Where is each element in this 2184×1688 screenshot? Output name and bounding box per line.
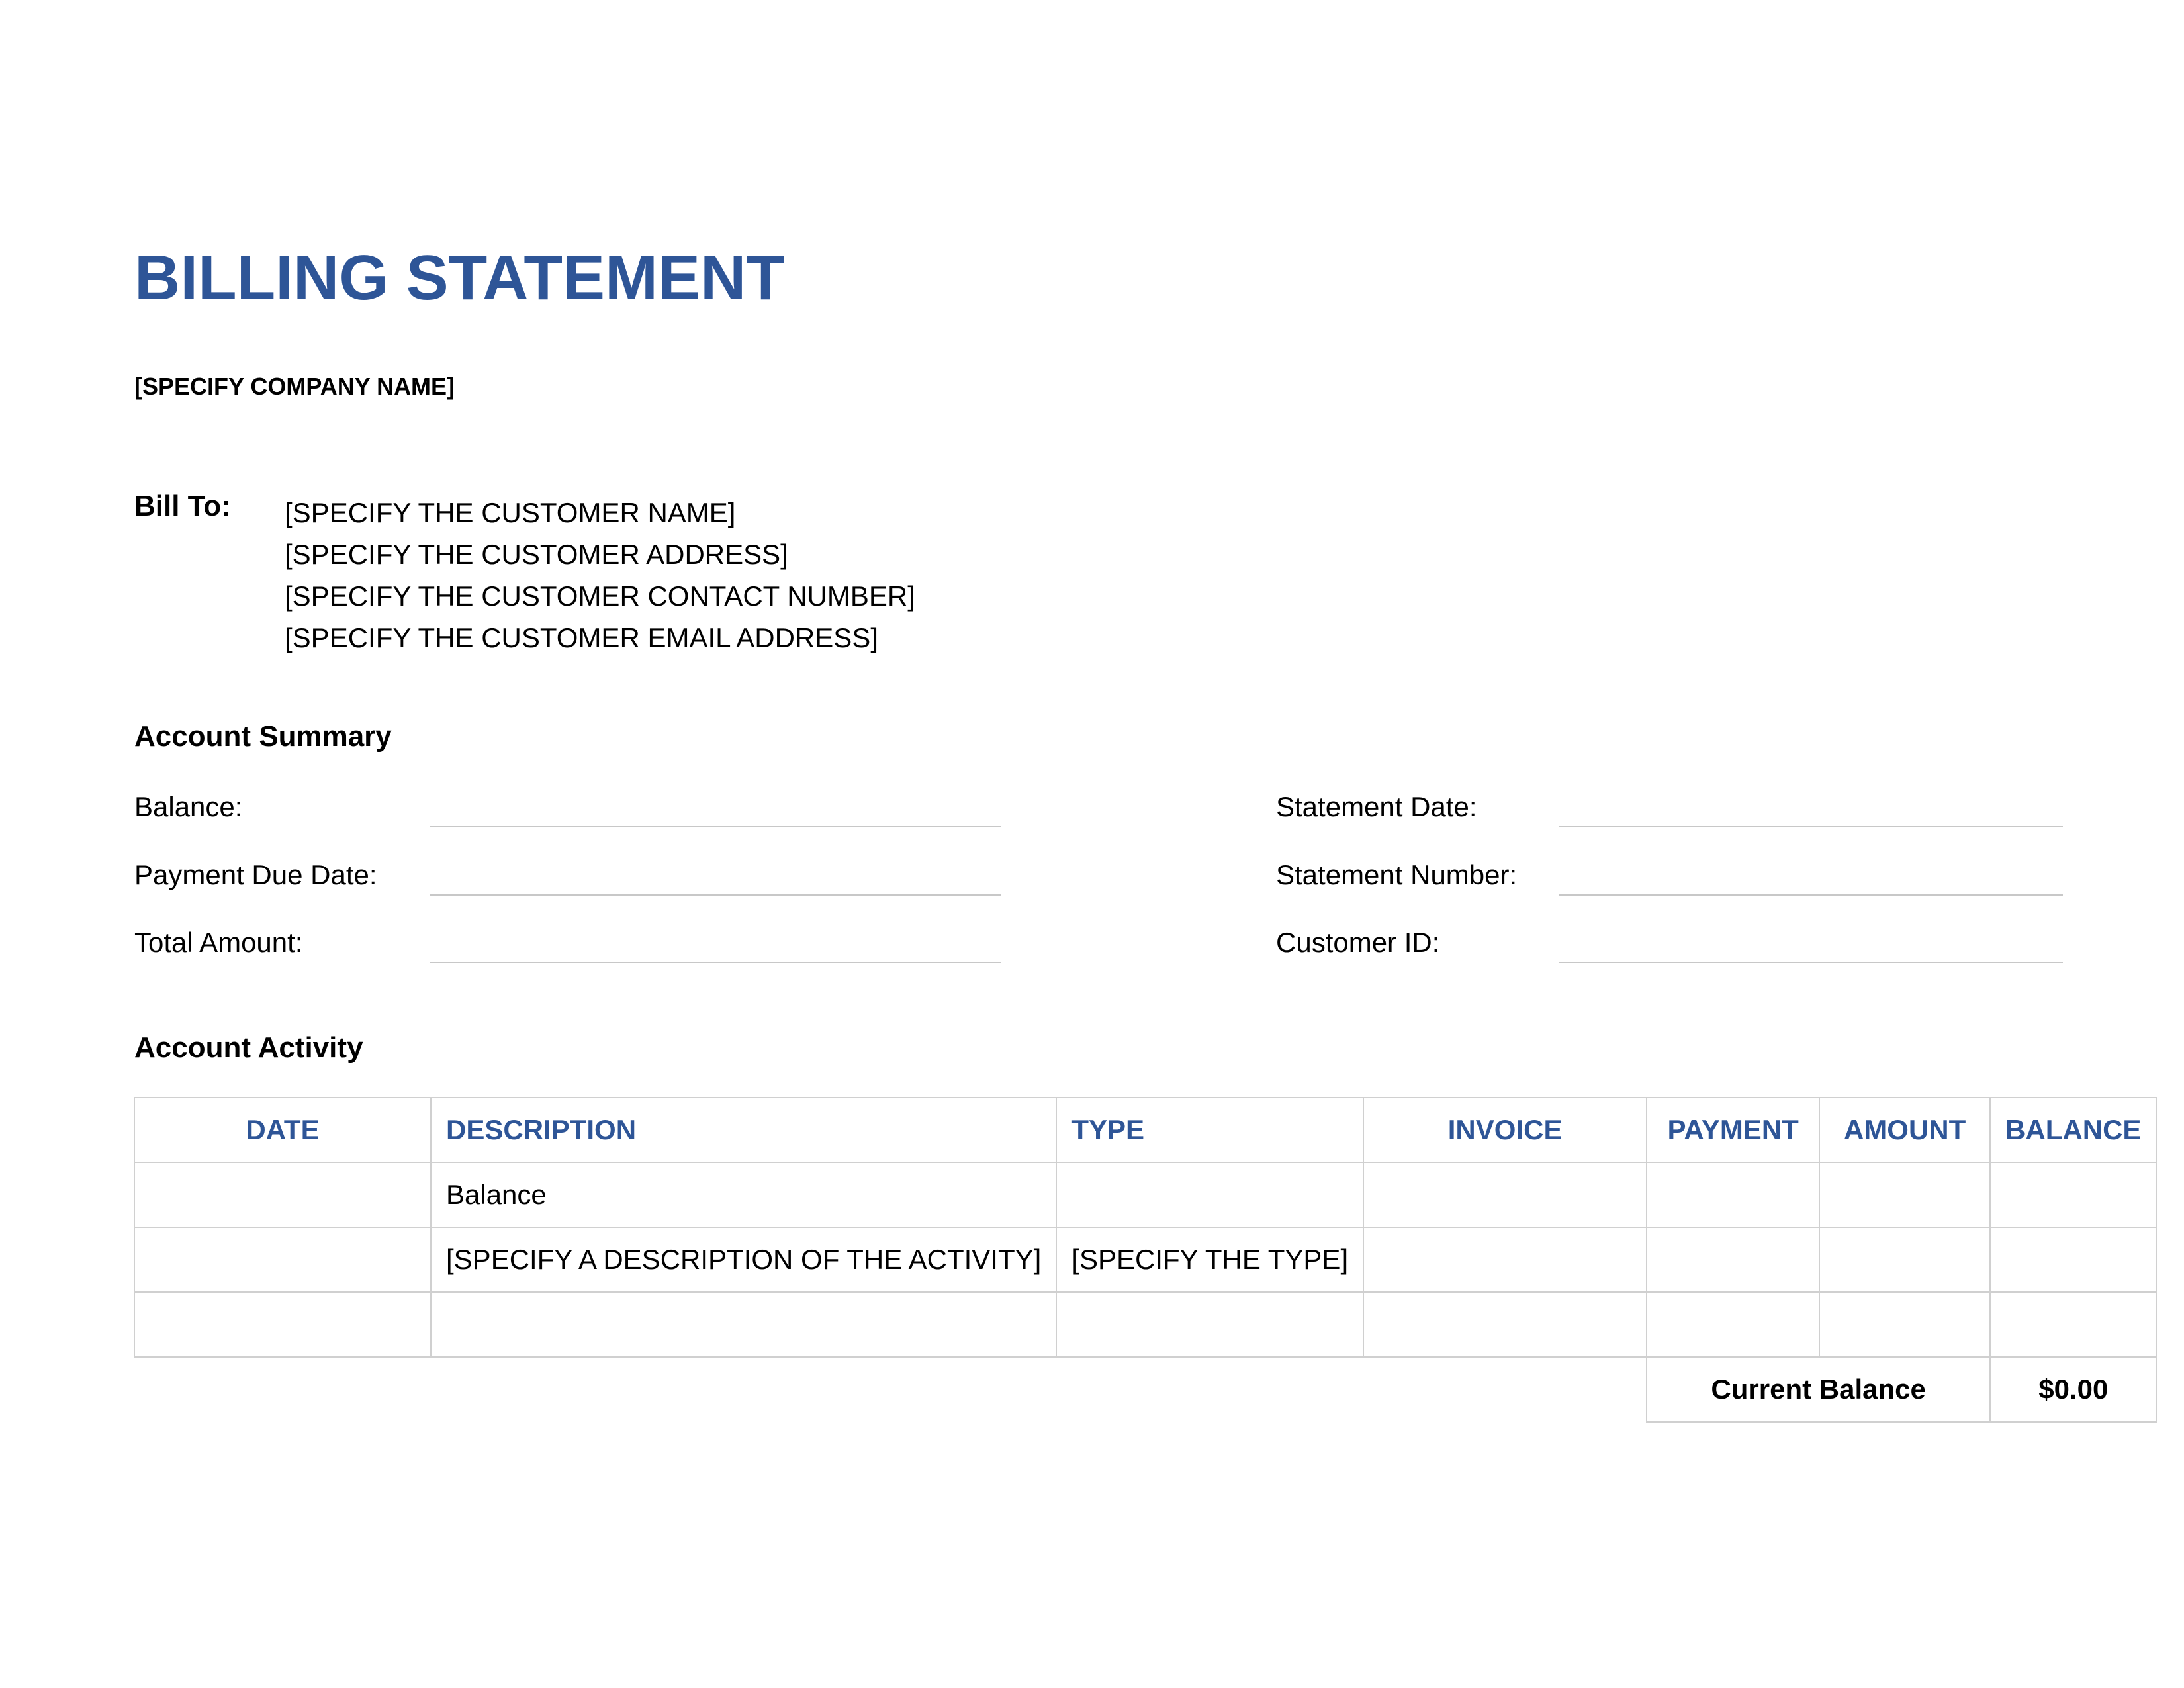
statement-title: BILLING STATEMENT bbox=[134, 242, 786, 313]
table-cell[interactable] bbox=[1056, 1291, 1365, 1358]
account-activity-table: DATE DESCRIPTION TYPE INVOICE PAYMENT AM… bbox=[134, 1097, 2158, 1423]
table-cell[interactable] bbox=[1989, 1162, 2158, 1228]
table-cell[interactable]: [SPECIFY A DESCRIPTION OF THE ACTIVITY] bbox=[430, 1227, 1058, 1293]
balance-label: Balance: bbox=[134, 791, 243, 822]
account-activity-heading: Account Activity bbox=[134, 1031, 363, 1064]
bill-to-label: Bill To: bbox=[134, 490, 231, 522]
customer-id-label: Customer ID: bbox=[1276, 927, 1440, 958]
bill-to-block: [SPECIFY THE CUSTOMER NAME] [SPECIFY THE… bbox=[285, 492, 915, 659]
table-cell[interactable] bbox=[1819, 1291, 1991, 1358]
table-cell[interactable] bbox=[1819, 1162, 1991, 1228]
balance-field[interactable] bbox=[430, 826, 1001, 827]
payment-due-date-label: Payment Due Date: bbox=[134, 859, 377, 890]
table-cell[interactable] bbox=[1989, 1227, 2158, 1293]
table-cell[interactable] bbox=[1646, 1227, 1821, 1293]
table-cell[interactable] bbox=[1056, 1162, 1365, 1228]
column-header-payment: PAYMENT bbox=[1646, 1097, 1821, 1163]
table-cell[interactable]: Balance bbox=[430, 1162, 1058, 1228]
current-balance-value: $0.00 bbox=[1989, 1356, 2158, 1423]
statement-number-label: Statement Number: bbox=[1276, 859, 1518, 890]
table-row: [SPECIFY A DESCRIPTION OF THE ACTIVITY] … bbox=[134, 1227, 2158, 1293]
total-amount-label: Total Amount: bbox=[134, 927, 303, 958]
table-cell[interactable] bbox=[134, 1291, 432, 1358]
table-cell[interactable] bbox=[1989, 1291, 2158, 1358]
customer-id-field[interactable] bbox=[1559, 962, 2063, 963]
payment-due-date-field[interactable] bbox=[430, 894, 1001, 896]
customer-email-address: [SPECIFY THE CUSTOMER EMAIL ADDRESS] bbox=[285, 622, 878, 653]
table-cell[interactable] bbox=[134, 1162, 432, 1228]
table-cell[interactable] bbox=[1363, 1291, 1648, 1358]
column-header-amount: AMOUNT bbox=[1819, 1097, 1991, 1163]
table-row bbox=[134, 1291, 2158, 1358]
account-summary-heading: Account Summary bbox=[134, 720, 392, 753]
column-header-balance: BALANCE bbox=[1989, 1097, 2158, 1163]
customer-name: [SPECIFY THE CUSTOMER NAME] bbox=[285, 497, 736, 528]
column-header-description: DESCRIPTION bbox=[430, 1097, 1058, 1163]
table-cell[interactable] bbox=[134, 1227, 432, 1293]
spacer-cell bbox=[134, 1357, 1647, 1422]
column-header-type: TYPE bbox=[1056, 1097, 1365, 1163]
table-row: Balance bbox=[134, 1162, 2158, 1228]
table-cell[interactable] bbox=[1646, 1162, 1821, 1228]
column-header-date: DATE bbox=[134, 1097, 432, 1163]
statement-date-field[interactable] bbox=[1559, 826, 2063, 827]
current-balance-label: Current Balance bbox=[1646, 1356, 1991, 1423]
table-header-row: DATE DESCRIPTION TYPE INVOICE PAYMENT AM… bbox=[134, 1097, 2158, 1163]
statement-date-label: Statement Date: bbox=[1276, 791, 1477, 822]
total-amount-field[interactable] bbox=[430, 962, 1001, 963]
customer-contact-number: [SPECIFY THE CUSTOMER CONTACT NUMBER] bbox=[285, 581, 915, 612]
current-balance-row: Current Balance $0.00 bbox=[134, 1356, 2158, 1423]
column-header-invoice: INVOICE bbox=[1363, 1097, 1648, 1163]
company-name: [SPECIFY COMPANY NAME] bbox=[134, 373, 455, 400]
customer-address: [SPECIFY THE CUSTOMER ADDRESS] bbox=[285, 539, 788, 570]
table-cell[interactable] bbox=[1363, 1227, 1648, 1293]
table-cell[interactable] bbox=[1363, 1162, 1648, 1228]
table-cell[interactable] bbox=[1646, 1291, 1821, 1358]
table-cell[interactable] bbox=[430, 1291, 1058, 1358]
statement-number-field[interactable] bbox=[1559, 894, 2063, 896]
table-cell[interactable]: [SPECIFY THE TYPE] bbox=[1056, 1227, 1365, 1293]
table-cell[interactable] bbox=[1819, 1227, 1991, 1293]
